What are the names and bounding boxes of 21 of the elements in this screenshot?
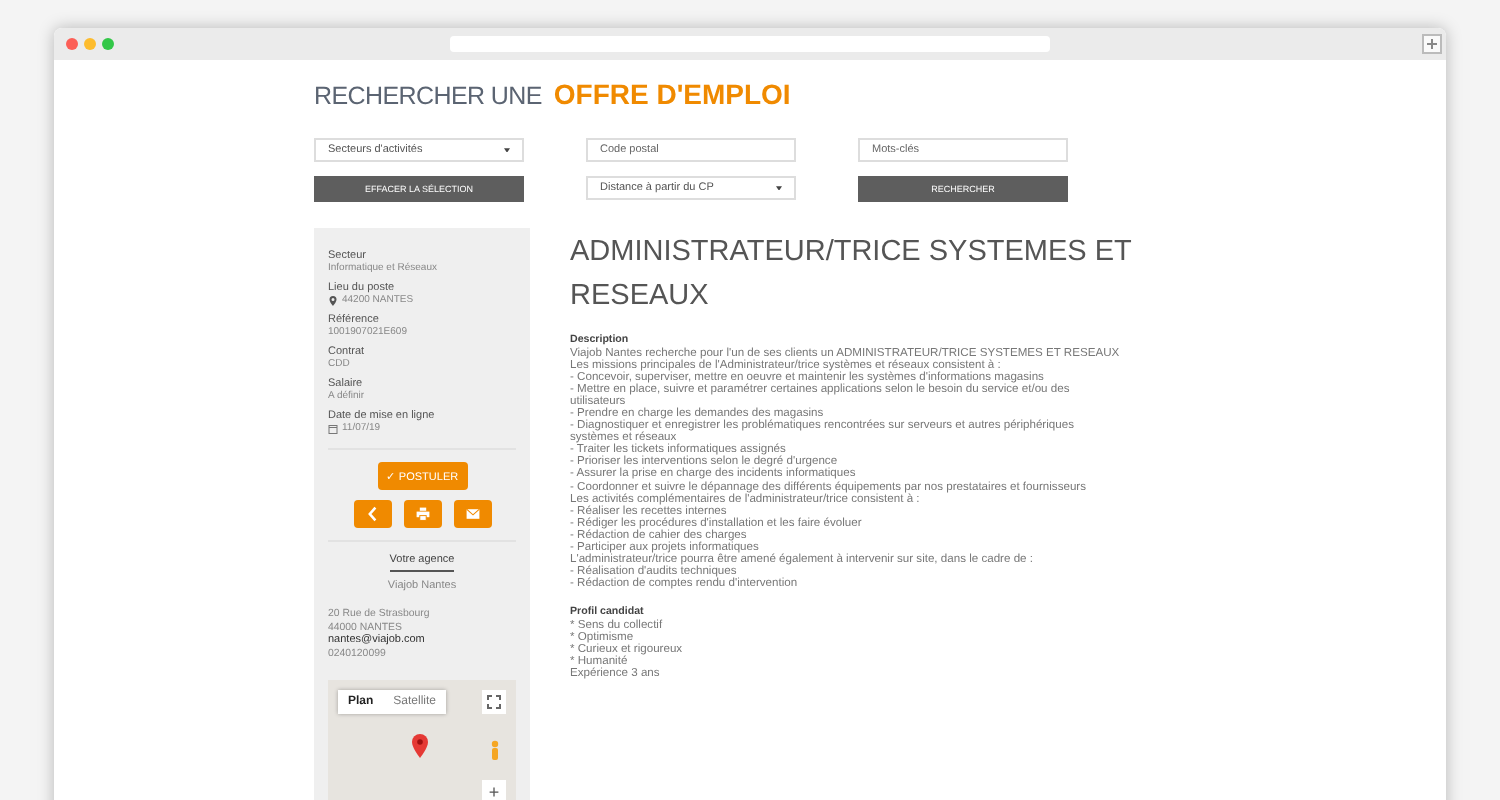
zoom-in-button[interactable]: + (482, 779, 506, 800)
close-dot-icon[interactable] (66, 38, 78, 50)
dropdown-caret-icon (776, 185, 782, 191)
print-button[interactable] (403, 500, 441, 528)
fullscreen-icon[interactable] (482, 689, 506, 713)
email-button[interactable] (453, 500, 491, 528)
minimize-dot-icon[interactable] (84, 38, 96, 50)
calendar-icon (328, 424, 338, 434)
envelope-icon (463, 506, 481, 522)
map-pin-icon (412, 733, 428, 757)
new-tab-icon[interactable] (1422, 34, 1442, 54)
page-heading: RECHERCHER UNE (314, 82, 542, 110)
chevron-left-icon (363, 506, 381, 522)
location-pin-icon (328, 296, 338, 306)
maximize-dot-icon[interactable] (102, 38, 114, 50)
printer-icon (413, 506, 431, 522)
job-title: ADMINISTRATEUR/TRICE SYSTEMES ET RESEAUX (570, 234, 1134, 316)
pegman-icon[interactable] (488, 739, 502, 763)
dropdown-caret-icon (504, 147, 510, 153)
back-button[interactable] (353, 500, 391, 528)
page-heading-highlight: OFFRE D'EMPLOI (553, 78, 791, 110)
